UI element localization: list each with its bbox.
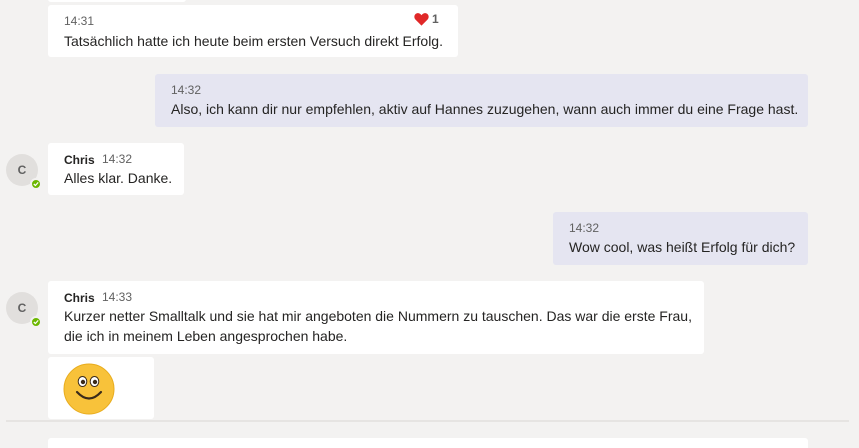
message-bubble[interactable]: 14:32 Wow cool, was heißt Erfolg für dic… xyxy=(553,212,808,265)
avatar-initial: C xyxy=(17,163,27,177)
message-timestamp: 14:32 xyxy=(171,83,202,97)
message-text: Alles klar. Danke. xyxy=(64,170,173,186)
message-bubble[interactable]: 14:32 Also, ich kann dir nur empfehlen, … xyxy=(155,74,808,127)
message-bubble[interactable]: Chris 14:32 Alles klar. Danke. xyxy=(48,143,184,195)
previous-message-bubble xyxy=(48,0,186,2)
avatar[interactable]: C xyxy=(6,154,42,190)
message-text-line-2: die ich in meinem Leben angesprochen hab… xyxy=(64,328,348,344)
presence-available-icon xyxy=(30,178,42,190)
reaction-badge[interactable]: 1 xyxy=(414,12,439,26)
message-bubble[interactable]: 14:31 1 Tatsächlich hatte ich heute beim… xyxy=(48,5,458,57)
avatar-initial: C xyxy=(17,301,27,315)
message-timestamp: 14:32 xyxy=(102,152,133,166)
smiley-emoji-icon xyxy=(63,363,115,415)
message-text-line-1: Kurzer netter Smalltalk und sie hat mir … xyxy=(64,308,692,324)
message-text: Tatsächlich hatte ich heute beim ersten … xyxy=(64,33,443,49)
presence-available-icon xyxy=(30,316,42,328)
sender-name: Chris xyxy=(64,153,95,167)
message-timestamp: 14:31 xyxy=(64,14,95,28)
message-timestamp: 14:33 xyxy=(102,290,133,304)
message-text: Also, ich kann dir nur empfehlen, aktiv … xyxy=(171,101,799,117)
sender-name: Chris xyxy=(64,291,95,305)
avatar[interactable]: C xyxy=(6,292,42,328)
message-bubble[interactable]: Chris 14:33 Kurzer netter Smalltalk und … xyxy=(48,281,704,354)
emoji-message-bubble[interactable] xyxy=(48,357,154,419)
message-text: Wow cool, was heißt Erfolg für dich? xyxy=(569,239,796,255)
compose-box[interactable] xyxy=(48,438,808,448)
divider xyxy=(6,420,849,422)
reaction-count: 1 xyxy=(432,12,439,26)
message-timestamp: 14:32 xyxy=(569,221,600,235)
heart-icon xyxy=(414,13,429,26)
